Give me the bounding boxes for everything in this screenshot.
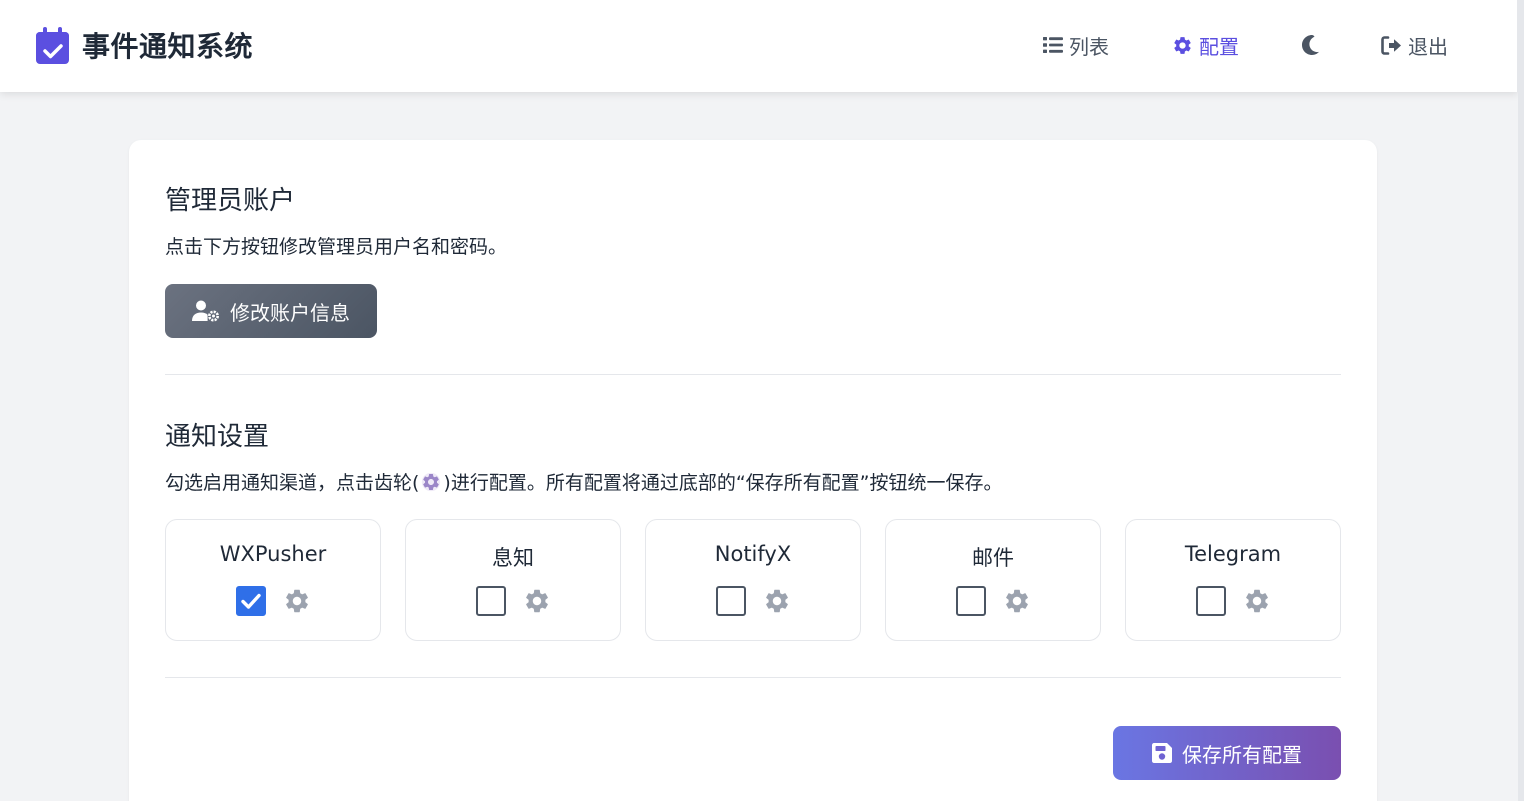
gear-emoji-icon	[422, 472, 441, 492]
edit-account-button[interactable]: 修改账户信息	[165, 284, 377, 338]
settings-card: 管理员账户 点击下方按钮修改管理员用户名和密码。 修改账户信息 通知设置 勾选启…	[129, 140, 1377, 801]
nav-list[interactable]: 列表	[1043, 31, 1109, 59]
moon-icon	[1302, 35, 1319, 55]
channel-name: 息知	[492, 546, 534, 570]
nav-config[interactable]: 配置	[1172, 31, 1239, 59]
brand[interactable]: 事件通知系统	[36, 25, 253, 65]
channel-settings-gear-icon[interactable]	[763, 587, 791, 615]
notify-section-title: 通知设置	[165, 422, 270, 452]
channel-card-wxpusher: WXPusher	[165, 519, 381, 641]
list-icon	[1043, 37, 1063, 53]
section-divider	[165, 374, 1341, 375]
channel-name: Telegram	[1184, 542, 1282, 566]
floppy-disk-icon	[1152, 743, 1172, 763]
channel-card-xizhi: 息知	[405, 519, 621, 641]
user-gear-icon	[192, 300, 219, 322]
gear-icon	[1174, 36, 1191, 54]
channel-settings-gear-icon[interactable]	[523, 587, 551, 615]
admin-section-description: 点击下方按钮修改管理员用户名和密码。	[165, 236, 508, 258]
channel-enable-checkbox[interactable]	[956, 586, 986, 616]
nav-list-label: 列表	[1069, 34, 1109, 59]
channel-card-telegram: Telegram	[1125, 519, 1341, 641]
channel-card-notifyx: NotifyX	[645, 519, 861, 641]
channel-name: 邮件	[972, 546, 1014, 570]
sign-out-icon	[1381, 35, 1401, 55]
calendar-check-icon	[36, 26, 69, 64]
scrollbar[interactable]	[1518, 0, 1524, 801]
save-all-config-label: 保存所有配置	[1182, 742, 1302, 767]
channel-enable-checkbox[interactable]	[716, 586, 746, 616]
notify-description-text-2: )进行配置。所有配置将通过底部的“保存所有配置”按钮统一保存。	[443, 472, 1003, 494]
channel-enable-checkbox[interactable]	[476, 586, 506, 616]
top-navbar: 事件通知系统 列表 配置 退出	[0, 0, 1518, 92]
theme-toggle-button[interactable]	[1302, 31, 1319, 59]
channel-name: NotifyX	[714, 542, 792, 566]
save-all-config-button[interactable]: 保存所有配置	[1113, 726, 1341, 780]
edit-account-button-label: 修改账户信息	[230, 300, 350, 325]
channel-name: WXPusher	[219, 542, 327, 566]
nav-config-label: 配置	[1199, 34, 1239, 59]
check-icon	[241, 593, 261, 609]
notify-section-description: 勾选启用通知渠道，点击齿轮( )进行配置。所有配置将通过底部的“保存所有配置”按钮…	[165, 468, 1003, 495]
notify-description-text-1: 勾选启用通知渠道，点击齿轮(	[165, 472, 420, 494]
nav-logout-label: 退出	[1408, 34, 1448, 59]
section-divider	[165, 677, 1341, 678]
channel-settings-gear-icon[interactable]	[1243, 587, 1271, 615]
app-title: 事件通知系统	[82, 30, 254, 63]
channel-enable-checkbox[interactable]	[236, 586, 266, 616]
nav-logout[interactable]: 退出	[1381, 31, 1448, 59]
channel-settings-gear-icon[interactable]	[1003, 587, 1031, 615]
channel-settings-gear-icon[interactable]	[283, 587, 311, 615]
admin-section-title: 管理员账户	[165, 186, 296, 216]
channel-card-email: 邮件	[885, 519, 1101, 641]
channel-enable-checkbox[interactable]	[1196, 586, 1226, 616]
